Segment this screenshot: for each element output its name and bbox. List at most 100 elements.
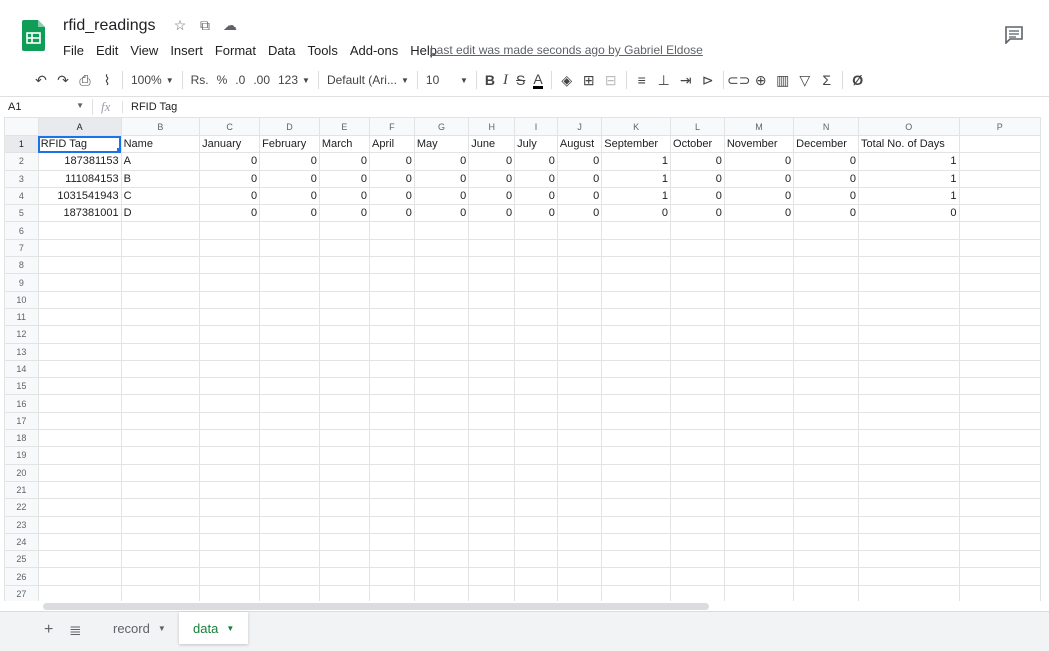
column-header-h[interactable]: H [468,117,516,136]
cell[interactable]: 0 [369,169,415,188]
column-header-g[interactable]: G [413,117,470,136]
cell[interactable] [318,359,371,379]
cell[interactable]: C [120,186,201,206]
cell[interactable] [723,429,795,448]
cell[interactable] [793,411,860,431]
font-select[interactable]: Default (Ari... ▼ [323,68,413,92]
cell[interactable] [723,584,795,601]
cell[interactable] [514,307,558,327]
cell[interactable] [369,411,415,431]
cell[interactable]: 0 [514,186,558,206]
cell[interactable] [958,377,1041,396]
cell[interactable]: 0 [369,204,415,223]
cell[interactable] [369,446,415,465]
cell[interactable] [514,532,558,552]
cell[interactable] [318,532,371,552]
cell[interactable] [601,273,672,292]
cell[interactable] [601,584,672,601]
cell[interactable] [858,480,960,500]
row-header[interactable]: 9 [4,273,39,292]
cell[interactable] [37,307,122,327]
cell[interactable] [259,238,320,258]
italic-button[interactable]: I [499,68,512,92]
cell[interactable] [514,584,558,601]
row-header[interactable]: 10 [4,290,39,309]
cell[interactable] [413,221,470,240]
cell[interactable] [199,411,261,431]
text-color-button[interactable]: A [529,68,546,92]
cloud-status-icon[interactable]: ☁ [222,17,238,34]
cell[interactable] [369,342,415,361]
cell[interactable] [723,515,795,534]
cell[interactable]: 0 [556,186,603,206]
cell[interactable] [120,498,201,517]
insert-comment-icon[interactable]: ⊕ [750,68,772,92]
cell[interactable] [858,359,960,379]
cell[interactable] [199,290,261,309]
cell[interactable] [514,550,558,569]
cell[interactable] [793,342,860,361]
cell[interactable] [601,359,672,379]
font-size-select[interactable]: 10 ▼ [422,68,472,92]
cell[interactable] [858,550,960,569]
menu-format[interactable]: Format [209,41,262,60]
cell[interactable] [468,238,516,258]
cell[interactable] [793,238,860,258]
cell[interactable] [858,290,960,309]
cell[interactable] [601,325,672,344]
cell[interactable] [514,377,558,396]
column-header-d[interactable]: D [259,117,320,136]
cell[interactable] [259,532,320,552]
cell[interactable] [37,532,122,552]
cell[interactable] [468,532,516,552]
cell[interactable] [37,377,122,396]
cell[interactable]: June [468,134,516,154]
cell[interactable] [858,429,960,448]
cell[interactable] [318,515,371,534]
cell[interactable]: December [793,134,860,154]
cell[interactable] [120,342,201,361]
cell[interactable] [858,532,960,552]
selected-cell[interactable]: RFID Tag [37,134,122,154]
cell[interactable] [120,377,201,396]
cell[interactable] [468,480,516,500]
cell[interactable] [793,463,860,482]
cell[interactable] [468,429,516,448]
add-sheet-icon[interactable]: + [44,621,53,639]
cell[interactable] [120,429,201,448]
cell[interactable] [120,273,201,292]
cell[interactable] [556,342,603,361]
cell[interactable] [858,394,960,413]
row-header[interactable]: 13 [4,342,39,361]
cell[interactable] [259,377,320,396]
cell[interactable] [723,290,795,309]
cell[interactable] [514,290,558,309]
cell[interactable] [723,567,795,586]
cell[interactable]: 0 [514,169,558,188]
cell[interactable] [723,532,795,552]
cell[interactable] [514,325,558,344]
cell[interactable] [958,429,1041,448]
sheet-tab-record[interactable]: record ▼ [99,612,180,644]
cell[interactable] [958,221,1041,240]
cell[interactable] [723,273,795,292]
cell[interactable] [556,532,603,552]
cell[interactable] [468,394,516,413]
cell[interactable] [958,290,1041,309]
cell[interactable] [793,584,860,601]
cell[interactable] [318,256,371,275]
menu-edit[interactable]: Edit [90,41,124,60]
cell[interactable] [793,325,860,344]
zoom-select[interactable]: 100% ▼ [127,68,178,92]
row-header[interactable]: 7 [4,238,39,258]
cell[interactable] [556,550,603,569]
row-header[interactable]: 2 [4,152,39,171]
cell[interactable] [120,463,201,482]
cell[interactable] [670,290,725,309]
cell[interactable] [369,377,415,396]
cell[interactable] [670,394,725,413]
cell[interactable] [369,515,415,534]
cell[interactable] [958,550,1041,569]
cell[interactable]: 0 [556,169,603,188]
cell[interactable]: May [413,134,470,154]
